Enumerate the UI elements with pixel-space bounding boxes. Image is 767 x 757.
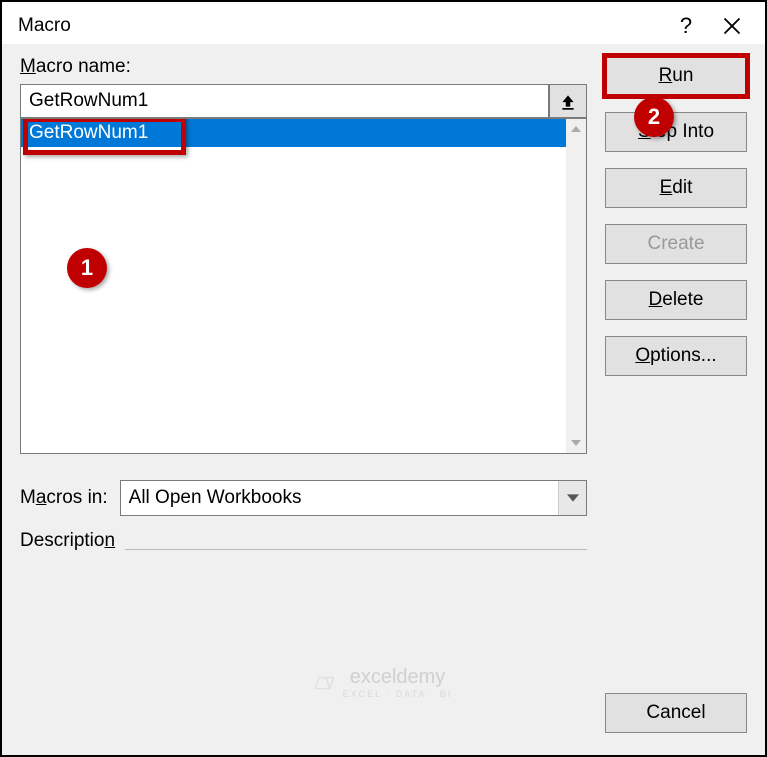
macro-dialog: Macro ? Macro name: GetRowNum1	[2, 2, 765, 755]
macro-list[interactable]: GetRowNum1	[20, 118, 587, 454]
step-into-button[interactable]: Step Into	[605, 112, 747, 152]
edit-button[interactable]: Edit	[605, 168, 747, 208]
close-button[interactable]	[709, 10, 755, 42]
close-icon	[722, 16, 742, 36]
macro-name-row	[20, 84, 587, 118]
cancel-button[interactable]: Cancel	[605, 693, 747, 733]
macros-in-value: All Open Workbooks	[129, 487, 558, 509]
macros-in-row: Macros in: All Open Workbooks	[20, 480, 587, 516]
macro-name-input[interactable]	[20, 84, 549, 118]
run-button[interactable]: Run	[605, 56, 747, 96]
chevron-down-icon	[558, 481, 586, 515]
scrollbar[interactable]	[566, 119, 586, 453]
dialog-footer: Cancel	[2, 693, 765, 755]
description-label: Description	[20, 530, 115, 552]
list-item[interactable]: GetRowNum1	[21, 119, 566, 147]
macros-in-dropdown[interactable]: All Open Workbooks	[120, 480, 587, 516]
scroll-up-icon	[566, 119, 586, 139]
button-column: Run Step Into Edit Create Delete Options…	[605, 56, 747, 675]
dialog-title: Macro	[18, 15, 663, 37]
left-column: Macro name: GetRowNum1	[20, 56, 587, 675]
help-button[interactable]: ?	[663, 10, 709, 42]
go-to-macro-button[interactable]	[549, 84, 587, 118]
macros-in-label: Macros in:	[20, 487, 108, 509]
description-row: Description	[20, 530, 587, 558]
create-button: Create	[605, 224, 747, 264]
titlebar: Macro ?	[2, 2, 765, 44]
scroll-down-icon	[566, 433, 586, 453]
options-button[interactable]: Options...	[605, 336, 747, 376]
macro-name-label: Macro name:	[20, 56, 587, 78]
up-arrow-icon	[559, 92, 577, 110]
dialog-content: Macro name: GetRowNum1	[2, 44, 765, 693]
delete-button[interactable]: Delete	[605, 280, 747, 320]
description-divider	[125, 549, 587, 550]
